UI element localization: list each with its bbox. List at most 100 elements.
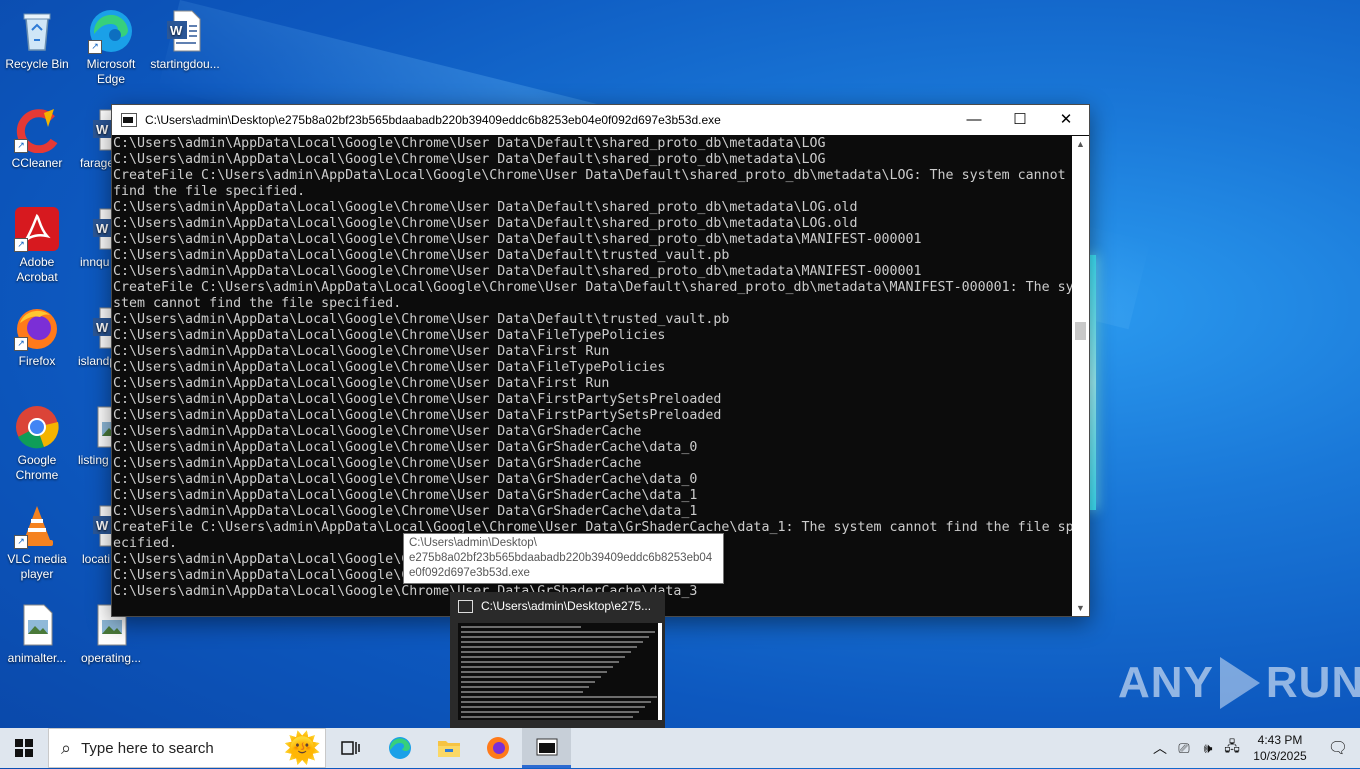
scroll-up-icon[interactable]: ▲ — [1072, 136, 1089, 152]
console-app-icon — [121, 113, 137, 127]
desktop-icon-label: operating... — [80, 651, 142, 665]
console-app-taskbar-button[interactable] — [522, 728, 571, 768]
file-explorer-icon[interactable] — [424, 728, 473, 768]
desktop-icon-ccleaner[interactable]: ↗ CCleaner — [0, 107, 74, 171]
desktop-icon-label: Firefox — [18, 354, 56, 368]
console-line: CreateFile C:\Users\admin\AppData\Local\… — [113, 168, 1066, 183]
desktop-icon-label: Adobe Acrobat — [16, 255, 58, 284]
desktop-icon-animalter[interactable]: animalter... — [0, 602, 74, 666]
console-app-icon — [536, 738, 557, 755]
desktop-icon-label: Google Chrome — [15, 453, 59, 482]
desktop-icon-label: startingdou... — [150, 57, 220, 71]
console-line: C:\Users\admin\AppData\Local\Google\Chro… — [113, 504, 698, 519]
desktop-icon-adobe-acrobat[interactable]: ↗ Adobe Acrobat — [0, 206, 74, 285]
desktop-icon-label: farage — [80, 156, 114, 170]
anyrun-watermark: ANY RUN — [1118, 657, 1360, 709]
taskbar-clock[interactable]: 4:43 PM 10/3/2025 — [1244, 732, 1316, 764]
desktop-icon-innqu[interactable]: W innqu — [74, 206, 114, 270]
start-button[interactable] — [0, 728, 48, 768]
console-line: C:\Users\admin\AppData\Local\Google\Chro… — [113, 344, 610, 359]
thumbnail-line — [461, 706, 645, 708]
close-button[interactable]: ✕ — [1043, 105, 1089, 135]
desktop-icon-label: CCleaner — [11, 156, 63, 170]
tooltip-line: C:\Users\admin\Desktop\ — [409, 537, 537, 549]
console-line: C:\Users\admin\AppData\Local\Google\Chro… — [113, 264, 922, 279]
desktop-icon-label: Microsoft Edge — [86, 57, 136, 86]
console-line: C:\Users\admin\AppData\Local\Google\Chro… — [113, 424, 642, 439]
shortcut-arrow-icon: ↗ — [14, 535, 28, 549]
taskbar-search-box[interactable]: ⌕ Type here to search 🌞 — [48, 728, 326, 768]
desktop-icon-startingdou[interactable]: W startingdou... — [148, 8, 222, 72]
maximize-button[interactable]: ☐ — [997, 105, 1043, 135]
console-line: C:\Users\admin\AppData\Local\Google\Chro… — [113, 328, 666, 343]
search-placeholder: Type here to search — [81, 739, 214, 757]
thumbnail-line — [461, 681, 595, 683]
desktop-icon-label: locati — [82, 552, 111, 566]
chevron-up-icon[interactable]: ︿ — [1148, 738, 1172, 758]
thumbnail-line — [461, 636, 649, 638]
task-view-icon[interactable] — [326, 728, 375, 768]
console-line: C:\Users\admin\AppData\Local\Google\Chro… — [113, 376, 610, 391]
console-line: C:\Users\admin\AppData\Local\Google\Chro… — [113, 136, 826, 151]
desktop-icon-listing[interactable]: listing — [74, 404, 114, 468]
thumbnail-title: C:\Users\admin\Desktop\e275... — [481, 599, 652, 613]
thumbnail-line — [461, 646, 637, 648]
meet-now-icon[interactable]: ⎚ — [1172, 740, 1196, 757]
weather-sun-icon: 🌞 — [283, 732, 321, 765]
network-icon[interactable]: 🖧 — [1220, 736, 1244, 760]
desktop-icon-google-chrome[interactable]: Google Chrome — [0, 404, 74, 483]
thumbnail-line — [461, 686, 589, 688]
console-line: C:\Users\admin\AppData\Local\Google\Chro… — [113, 440, 698, 455]
window-title: C:\Users\admin\Desktop\e275b8a02bf23b565… — [145, 113, 721, 127]
notification-icon[interactable]: 🗨 — [1316, 738, 1360, 758]
desktop-icon-islandp[interactable]: W islandp — [74, 305, 114, 369]
console-line: C:\Users\admin\AppData\Local\Google\Chro… — [113, 248, 730, 263]
thumbnail-line — [461, 626, 581, 628]
play-icon — [1219, 657, 1260, 709]
thumbnail-line — [461, 641, 643, 643]
svg-text:W: W — [96, 221, 109, 236]
windows-logo-icon — [15, 739, 33, 757]
desktop-icon-locati[interactable]: W locati — [74, 503, 114, 567]
ccleaner-icon: ↗ — [14, 107, 60, 154]
vertical-scrollbar[interactable]: ▲ ▼ — [1072, 136, 1089, 616]
volume-icon[interactable]: 🕪 — [1196, 740, 1220, 757]
desktop-icon-label: VLC media player — [7, 552, 67, 581]
console-line: C:\Users\admin\AppData\Local\Google\Chro… — [113, 216, 858, 231]
search-icon: ⌕ — [61, 737, 72, 758]
shortcut-arrow-icon: ↗ — [14, 139, 28, 153]
recycle-bin-icon — [14, 8, 60, 54]
word-doc-icon: W — [162, 8, 208, 54]
desktop-icon-recycle-bin[interactable]: Recycle Bin — [0, 8, 74, 72]
svg-text:W: W — [96, 320, 109, 335]
svg-text:W: W — [170, 23, 183, 38]
thumbnail-line — [461, 696, 657, 698]
shortcut-arrow-icon: ↗ — [14, 337, 28, 351]
console-titlebar[interactable]: C:\Users\admin\Desktop\e275b8a02bf23b565… — [112, 105, 1089, 135]
scroll-down-icon[interactable]: ▼ — [1072, 600, 1089, 616]
minimize-button[interactable]: — — [951, 105, 997, 135]
desktop-icon-label: animalter... — [7, 651, 67, 665]
thumbnail-line — [461, 701, 651, 703]
desktop-icon-firefox[interactable]: ↗ Firefox — [0, 305, 74, 369]
thumbnail-line — [461, 651, 631, 653]
console-line: C:\Users\admin\AppData\Local\Google\Chro… — [113, 408, 722, 423]
scrollbar-thumb[interactable] — [1075, 322, 1086, 340]
desktop-icon-label: listing — [78, 453, 109, 467]
desktop-icon-farage[interactable]: W farage — [74, 107, 114, 171]
desktop-icon-edge[interactable]: ↗ Microsoft Edge — [74, 8, 148, 87]
desktop-icon-label: islandp — [78, 354, 114, 368]
edge-icon[interactable] — [375, 728, 424, 768]
tooltip-line: e275b8a02bf23b565bdaabadb220b39409eddc6b… — [409, 552, 713, 564]
thumbnail-line — [461, 631, 655, 633]
taskbar-thumbnail-preview[interactable]: C:\Users\admin\Desktop\e275... — [450, 592, 665, 728]
desktop-icon-vlc[interactable]: ↗ VLC media player — [0, 503, 74, 582]
firefox-icon[interactable] — [473, 728, 522, 768]
thumbnail-line — [461, 716, 633, 718]
shortcut-arrow-icon: ↗ — [88, 40, 102, 54]
console-line: C:\Users\admin\AppData\Local\Google\Chro… — [113, 392, 722, 407]
desktop-icon-label: innqu — [80, 255, 110, 269]
clock-date: 10/3/2025 — [1253, 749, 1307, 763]
thumbnail-image[interactable] — [458, 623, 662, 720]
thumbnail-line — [461, 671, 607, 673]
